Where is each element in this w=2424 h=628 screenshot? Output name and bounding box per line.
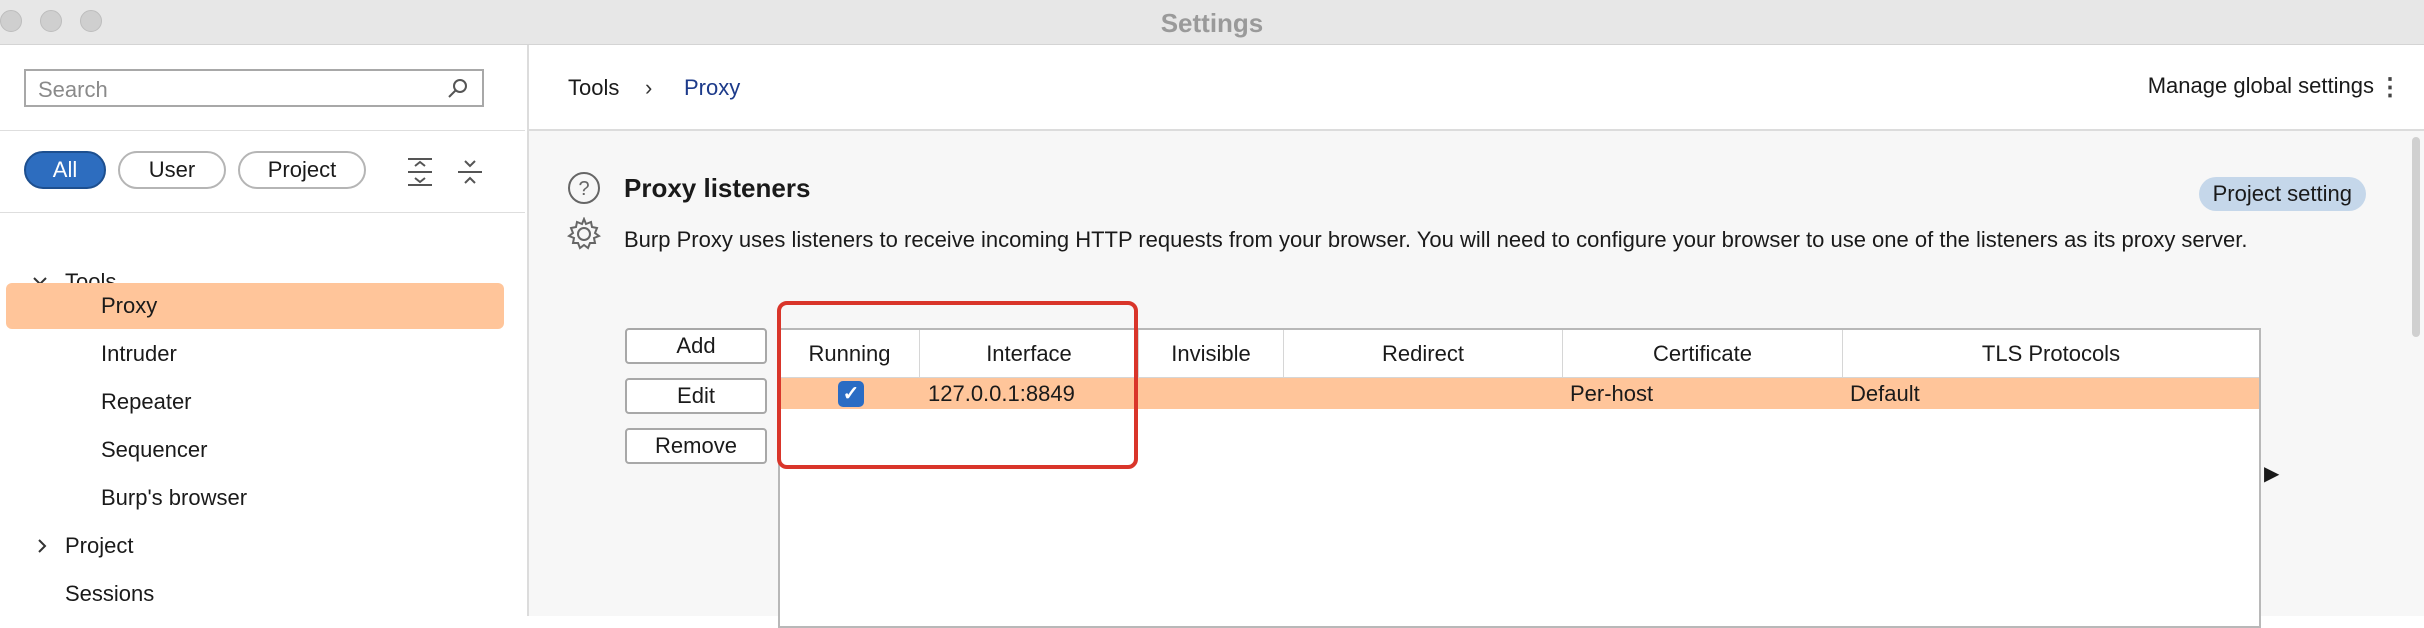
column-header-running[interactable]: Running (780, 330, 920, 378)
breadcrumb: Tools › Proxy Manage global settings ⋮ (529, 45, 2424, 131)
filter-project-pill[interactable]: Project (238, 151, 366, 189)
table-row[interactable]: ✓ 127.0.0.1:8849 Per-host Default (780, 378, 2259, 409)
sidebar-item-label: Proxy (101, 293, 158, 318)
breadcrumb-proxy: Proxy (684, 75, 741, 100)
vertical-scrollbar[interactable] (2412, 137, 2420, 337)
column-header-tls-protocols[interactable]: TLS Protocols (1843, 330, 2259, 378)
section-title: Proxy listeners (624, 173, 811, 203)
sidebar-item-label: Sessions (65, 581, 155, 606)
filter-all-pill[interactable]: All (24, 151, 106, 189)
cell-certificate: Per-host (1570, 381, 1654, 406)
sidebar-item-sessions[interactable]: Sessions (0, 571, 527, 617)
listeners-table: Running Interface Invisible Redirect Cer… (778, 328, 2261, 628)
more-options-icon[interactable]: ⋮ (2378, 73, 2402, 102)
collapse-all-icon[interactable] (456, 157, 484, 192)
sidebar-item-repeater[interactable]: Repeater (0, 379, 527, 425)
help-icon[interactable]: ? (567, 171, 601, 210)
edit-button[interactable]: Edit (625, 378, 767, 414)
search-input[interactable]: Search (24, 69, 484, 107)
add-button[interactable]: Add (625, 328, 767, 364)
filter-user-pill[interactable]: User (118, 151, 226, 189)
cell-interface: 127.0.0.1:8849 (928, 381, 1075, 406)
project-setting-badge: Project setting (2198, 177, 2366, 211)
running-checkbox[interactable]: ✓ (838, 381, 864, 407)
column-header-redirect[interactable]: Redirect (1284, 330, 1563, 378)
title-bar: Settings (0, 0, 2424, 45)
remove-button[interactable]: Remove (625, 428, 767, 464)
selection-highlight (6, 283, 504, 329)
sidebar-item-project[interactable]: Project (0, 523, 527, 569)
sidebar-item-proxy[interactable]: Proxy (0, 283, 527, 329)
search-placeholder: Search (38, 77, 108, 102)
gear-icon[interactable] (566, 216, 602, 256)
sidebar-item-label: Project (65, 533, 134, 558)
window-title: Settings (1160, 8, 1264, 38)
sidebar-item-burps-browser[interactable]: Burp's browser (0, 475, 527, 521)
svg-text:?: ? (578, 178, 589, 200)
cell-tls-protocols: Default (1850, 381, 1920, 406)
breadcrumb-separator-icon: › (645, 75, 653, 100)
column-header-interface[interactable]: Interface (920, 330, 1139, 378)
main-panel: Tools › Proxy Manage global settings ⋮ ?… (529, 45, 2424, 628)
sidebar-item-label: Repeater (101, 389, 192, 414)
expand-arrow-icon[interactable]: ▶ (2264, 461, 2279, 486)
sidebar-item-sequencer[interactable]: Sequencer (0, 427, 527, 473)
manage-global-settings-link[interactable]: Manage global settings (2148, 73, 2374, 99)
sidebar-item-intruder[interactable]: Intruder (0, 331, 527, 377)
section-description: Burp Proxy uses listeners to receive inc… (624, 227, 2248, 252)
sidebar-item-label: Burp's browser (101, 485, 248, 510)
column-header-invisible[interactable]: Invisible (1139, 330, 1284, 378)
search-icon (446, 77, 470, 106)
column-header-certificate[interactable]: Certificate (1563, 330, 1843, 378)
breadcrumb-tools[interactable]: Tools (568, 75, 619, 101)
sidebar-item-label: Intruder (101, 341, 177, 366)
sidebar: Search All User Project Tools Proxy Intr… (0, 45, 529, 616)
sidebar-item-label: Sequencer (101, 437, 208, 462)
proxy-listeners-section: ? Proxy listeners Project setting Burp P… (529, 131, 2424, 628)
expand-all-icon[interactable] (406, 157, 434, 192)
